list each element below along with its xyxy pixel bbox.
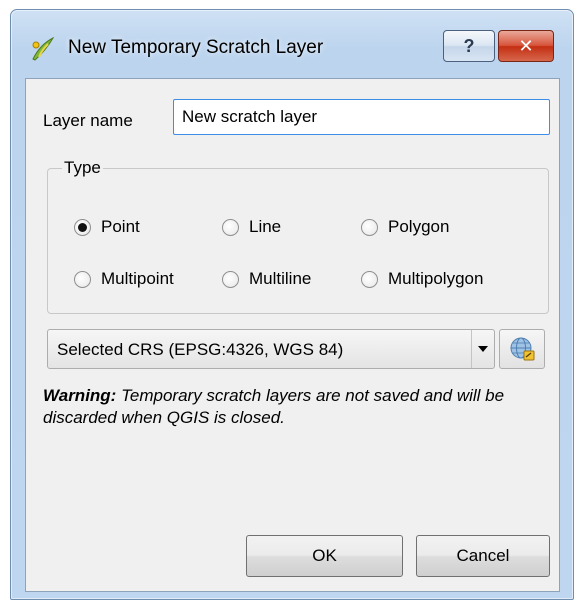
ok-button-label: OK	[312, 546, 337, 565]
warning-message: Warning: Temporary scratch layers are no…	[43, 385, 553, 429]
help-icon: ?	[463, 35, 475, 56]
window-title: New Temporary Scratch Layer	[68, 37, 324, 58]
title-bar[interactable]: New Temporary Scratch Layer ? ✕	[11, 10, 573, 80]
layer-name-label: Layer name	[43, 111, 133, 130]
crs-selected-value: Selected CRS (EPSG:4326, WGS 84)	[57, 340, 344, 359]
dialog-body: Layer name Type Point Line Polygon Multi…	[25, 78, 560, 592]
radio-indicator	[222, 218, 239, 236]
radio-label-multipoint: Multipoint	[101, 269, 174, 288]
warning-label: Warning:	[43, 386, 117, 405]
radio-label-polygon: Polygon	[388, 217, 450, 236]
ok-button[interactable]: OK	[246, 535, 403, 577]
globe-crs-icon	[510, 337, 535, 361]
radio-indicator	[222, 270, 239, 288]
crs-dropdown[interactable]: Selected CRS (EPSG:4326, WGS 84)	[47, 329, 495, 369]
radio-line[interactable]: Line	[222, 217, 281, 237]
help-button[interactable]: ?	[443, 30, 495, 62]
scratch-layer-icon	[32, 36, 55, 61]
radio-polygon[interactable]: Polygon	[361, 217, 449, 237]
crs-selector-button[interactable]	[499, 329, 545, 369]
radio-label-multiline: Multiline	[249, 269, 312, 288]
close-button[interactable]: ✕	[498, 30, 554, 62]
radio-multipoint[interactable]: Multipoint	[74, 269, 174, 289]
radio-label-multipolygon: Multipolygon	[388, 269, 484, 288]
chevron-down-icon[interactable]	[471, 330, 494, 368]
radio-indicator-selected	[74, 218, 91, 236]
radio-multiline[interactable]: Multiline	[222, 269, 311, 289]
radio-indicator	[361, 270, 378, 288]
close-icon: ✕	[518, 35, 534, 56]
radio-label-line: Line	[249, 217, 282, 236]
type-groupbox: Type Point Line Polygon Multipoint Multi…	[47, 158, 549, 314]
cancel-button-label: Cancel	[456, 546, 510, 565]
layer-name-input[interactable]	[173, 99, 550, 135]
radio-indicator	[74, 270, 91, 288]
radio-label-point: Point	[101, 217, 140, 236]
dialog-window: New Temporary Scratch Layer ? ✕ Layer na…	[10, 9, 574, 600]
radio-indicator	[361, 218, 378, 236]
type-legend: Type	[62, 158, 103, 178]
radio-point[interactable]: Point	[74, 217, 140, 237]
radio-multipolygon[interactable]: Multipolygon	[361, 269, 483, 289]
cancel-button[interactable]: Cancel	[416, 535, 550, 577]
